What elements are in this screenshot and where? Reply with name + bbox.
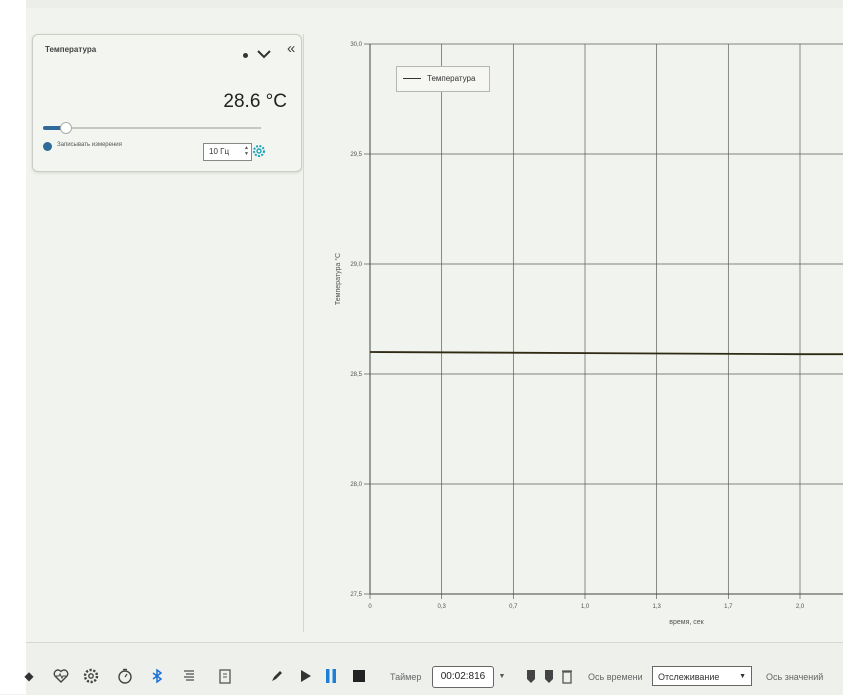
x-tick-label: 1,0 [581, 604, 590, 610]
y-axis-title: Температура °C [334, 253, 342, 305]
bottom-toolbar: ◆ Таймер 00:02:816 ▼ Ось времени Отслежи… [24, 642, 843, 695]
panel-divider [303, 34, 304, 632]
sensor-value: 28.6 °C [223, 91, 287, 112]
trash-icon[interactable] [558, 667, 576, 685]
series-line [369, 351, 843, 356]
record-label: Записывать измерения [57, 142, 122, 148]
screen-top-edge [0, 0, 843, 8]
stop-icon[interactable] [350, 667, 368, 685]
timer-field[interactable]: 00:02:816 [432, 666, 494, 688]
x-tick-label: 0 [368, 604, 372, 610]
list-icon[interactable] [180, 667, 198, 685]
settings-icon[interactable] [82, 667, 100, 685]
time-axis-select[interactable]: Отслеживание ▼ [652, 666, 752, 686]
caret-down-icon: ▼ [739, 673, 746, 680]
stepper-arrows-icon[interactable]: ▲ ▼ [244, 145, 249, 157]
timer-label: Таймер [390, 672, 422, 682]
y-tick-label: 28,0 [350, 482, 362, 488]
x-axis-title: время, сек [669, 619, 704, 626]
bluetooth-icon[interactable] [148, 667, 166, 685]
sensor-slider[interactable] [43, 122, 261, 134]
frequency-value: 10 Гц [209, 147, 230, 156]
y-tick-label: 29,5 [350, 152, 362, 158]
y-tick-label: 30,0 [350, 42, 362, 48]
slider-knob[interactable] [59, 122, 72, 134]
time-axis-value: Отслеживание [658, 672, 720, 682]
frequency-stepper[interactable]: 10 Гц ▲ ▼ [203, 143, 252, 161]
dot-menu-icon[interactable] [243, 53, 248, 58]
sensor-card: Температура 28.6 °C Записывать измерения… [32, 34, 302, 172]
x-tick-label: 0,3 [437, 604, 446, 610]
caret-down-icon[interactable]: ▼ [493, 667, 511, 685]
x-tick-label: 2,0 [796, 604, 805, 610]
chart-legend: Температура [396, 66, 490, 92]
legend-swatch [403, 78, 421, 79]
screen-left-edge [0, 0, 26, 694]
legend-label: Температура [427, 74, 476, 83]
y-tick-label: 29,0 [350, 262, 362, 268]
clipboard-icon[interactable] [216, 667, 234, 685]
sensor-title: Температура [45, 45, 97, 54]
menu-edge-icon[interactable]: ◆ [20, 667, 38, 685]
record-toggle[interactable] [43, 142, 52, 151]
y-tick-label: 27,5 [350, 592, 362, 598]
gear-icon[interactable] [251, 143, 267, 159]
chevron-down-icon[interactable] [255, 47, 273, 61]
play-icon[interactable] [296, 667, 314, 685]
time-axis-label: Ось времени [588, 672, 643, 682]
marker-left-icon[interactable] [522, 667, 540, 685]
stopwatch-icon[interactable] [116, 667, 134, 685]
x-tick-label: 0,7 [509, 604, 518, 610]
x-tick-label: 1,7 [724, 604, 733, 610]
marker-right-icon[interactable] [540, 667, 558, 685]
collapse-panel-button[interactable]: « [287, 40, 295, 57]
temperature-chart: 27,5 28,0 28,5 29,0 29,5 30,0 0 0,3 0,7 1,0 1,3 1,7… [334, 42, 843, 626]
x-tick-label: 1,3 [652, 604, 661, 610]
pause-icon[interactable] [322, 667, 340, 685]
pen-icon[interactable] [268, 667, 286, 685]
y-tick-label: 28,5 [350, 372, 362, 378]
heart-icon[interactable] [52, 667, 70, 685]
value-axis-label: Ось значений [766, 672, 824, 682]
